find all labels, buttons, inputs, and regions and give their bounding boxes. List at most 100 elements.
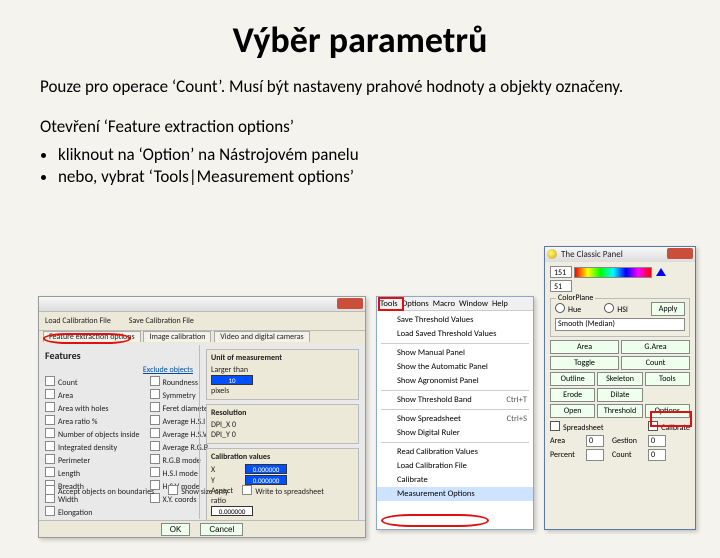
erode-button[interactable]: Erode (550, 388, 595, 402)
body-text: Pouze pro operace ‘Count’. Musí být nast… (0, 76, 720, 188)
close-icon[interactable] (337, 298, 363, 309)
mi-show-threshold-band[interactable]: Show Threshold BandCtrl+T (377, 393, 533, 407)
pixels-label: pixels (211, 386, 354, 396)
chk-count[interactable]: Count (45, 376, 140, 388)
dpi-x-label: DPI_X 0 (211, 420, 354, 430)
resolution-group: Resolution DPI_X 0 DPI_Y 0 (206, 404, 359, 444)
page-title: Výběr parametrů (0, 18, 720, 62)
features-heading: Features (45, 349, 193, 362)
hue-end-stepper[interactable]: 51 (550, 280, 572, 292)
menu-help[interactable]: Help (492, 299, 508, 309)
tools-button[interactable]: Tools (645, 372, 690, 386)
mi-show-digital-ruler[interactable]: Show Digital Ruler (377, 426, 533, 440)
menubar: Tools Options Macro Window Help (377, 297, 533, 311)
cancel-button[interactable]: Cancel (200, 523, 243, 536)
garea-button[interactable]: G.Area (621, 340, 690, 354)
dpi-y-label: DPI_Y 0 (211, 430, 354, 440)
exclude-objects-link[interactable]: Exclude objects (143, 365, 193, 375)
hue-start-stepper[interactable]: 151 (550, 266, 572, 278)
mi-calibrate[interactable]: Calibrate (377, 473, 533, 487)
toggle-button[interactable]: Toggle (550, 356, 619, 370)
chk-calibrate[interactable]: Calibrate (648, 421, 690, 433)
classic-panel-title: The Classic Panel (561, 249, 623, 260)
gestion-field[interactable]: 0 (648, 435, 666, 447)
menu-options[interactable]: Options (402, 299, 429, 309)
count-button[interactable]: Count (621, 356, 690, 370)
apply-button[interactable]: Apply (651, 302, 685, 316)
mi-measurement-options[interactable]: Measurement Options (377, 487, 533, 501)
radio-hsi[interactable]: HSI (604, 303, 628, 315)
threshold-button[interactable]: Threshold (597, 404, 642, 418)
radio-hue[interactable]: Hue (555, 303, 581, 315)
mi-read-calibration[interactable]: Read Calibration Values (377, 445, 533, 459)
area-field[interactable]: 0 (586, 435, 604, 447)
larger-than-label: Larger than (211, 365, 248, 375)
calibration-title: Calibration values (211, 452, 354, 462)
tab-image-calibration[interactable]: Image calibration (143, 331, 211, 342)
skeleton-button[interactable]: Skeleton (597, 372, 642, 386)
aspect-value: 0.000000 (211, 506, 253, 516)
smooth-select[interactable]: Smooth (Median) (555, 318, 685, 331)
ok-button[interactable]: OK (161, 523, 191, 536)
chk-int-density[interactable]: Integrated density (45, 441, 140, 453)
percent-label: Percent (550, 450, 584, 460)
gestion-label: Gestion (612, 436, 646, 446)
outline-button[interactable]: Outline (550, 372, 595, 386)
load-calibration-button[interactable]: Load Calibration File (45, 316, 111, 326)
mi-load-threshold[interactable]: Load Saved Threshold Values (377, 327, 533, 341)
unit-of-measurement-group: Unit of measurement Larger than 10 pixel… (206, 349, 359, 400)
tab-video-cameras[interactable]: Video and digital cameras (214, 331, 309, 342)
chk-spreadsheet[interactable]: Spreadsheet (550, 421, 604, 433)
chk-perimeter[interactable]: Perimeter (45, 454, 140, 466)
percent-field[interactable] (586, 449, 604, 461)
resolution-title: Resolution (211, 408, 354, 418)
menu-separator (381, 343, 529, 344)
larger-than-input[interactable]: 10 (211, 375, 253, 385)
chk-area-holes[interactable]: Area with holes (45, 402, 140, 414)
calib-x-input[interactable]: 0.000000 (245, 464, 287, 474)
tab-feature-extraction[interactable]: Feature extraction options (43, 331, 141, 342)
save-calibration-button[interactable]: Save Calibration File (129, 316, 194, 326)
measurement-options-dialog: Load Calibration File Save Calibration F… (38, 296, 366, 538)
colorplane-title: ColorPlane (556, 293, 595, 303)
dialog-toolbar: Load Calibration File Save Calibration F… (39, 312, 365, 331)
area-button[interactable]: Area (550, 340, 619, 354)
dialog-titlebar (39, 297, 365, 312)
menu-tools[interactable]: Tools (380, 299, 398, 309)
menu-separator (381, 409, 529, 410)
highlight-oval-measurement-options (381, 514, 489, 527)
paragraph-2: Otevření ‘Feature extraction options’ (40, 116, 680, 138)
dilate-button[interactable]: Dilate (597, 388, 642, 402)
chk-write-spreadsheet[interactable]: Write to spreadsheet (242, 485, 323, 497)
classic-panel-titlebar: The Classic Panel (545, 247, 695, 262)
menu-window[interactable]: Window (459, 299, 488, 309)
menu-separator (381, 390, 529, 391)
open-button[interactable]: Open (550, 404, 595, 418)
chk-length[interactable]: Length (45, 467, 140, 479)
marker-icon (656, 268, 666, 276)
mi-show-agronomist-panel[interactable]: Show Agronomist Panel (377, 374, 533, 388)
mi-show-manual-panel[interactable]: Show Manual Panel (377, 346, 533, 360)
count-field[interactable]: 0 (648, 449, 666, 461)
chk-accept-boundaries[interactable]: Accept objects on boundaries (45, 485, 154, 497)
menu-macro[interactable]: Macro (433, 299, 455, 309)
mi-show-spreadsheet[interactable]: Show SpreadsheetCtrl+S (377, 412, 533, 426)
mi-load-calibration-file[interactable]: Load Calibration File (377, 459, 533, 473)
chk-area-ratio[interactable]: Area ratio % (45, 415, 140, 427)
menu-separator (381, 442, 529, 443)
dialog-tabbar: Feature extraction options Image calibra… (39, 331, 365, 344)
chk-elongation[interactable]: Elongation (45, 506, 140, 518)
area-label: Area (550, 436, 584, 446)
unit-title: Unit of measurement (211, 353, 354, 363)
tools-menu-popup: Tools Options Macro Window Help Save Thr… (376, 296, 534, 530)
mi-save-threshold[interactable]: Save Threshold Values (377, 313, 533, 327)
options-button[interactable]: Options (645, 404, 690, 418)
mi-show-automatic-panel[interactable]: Show the Automatic Panel (377, 360, 533, 374)
chk-show-size-only[interactable]: Show size only (168, 485, 228, 497)
hue-bar[interactable] (574, 267, 652, 278)
app-icon (547, 249, 557, 259)
close-icon[interactable] (667, 248, 693, 259)
chk-objects-inside[interactable]: Number of objects inside (45, 428, 140, 440)
calib-y-input[interactable]: 0.000000 (245, 475, 287, 485)
chk-area[interactable]: Area (45, 389, 140, 401)
